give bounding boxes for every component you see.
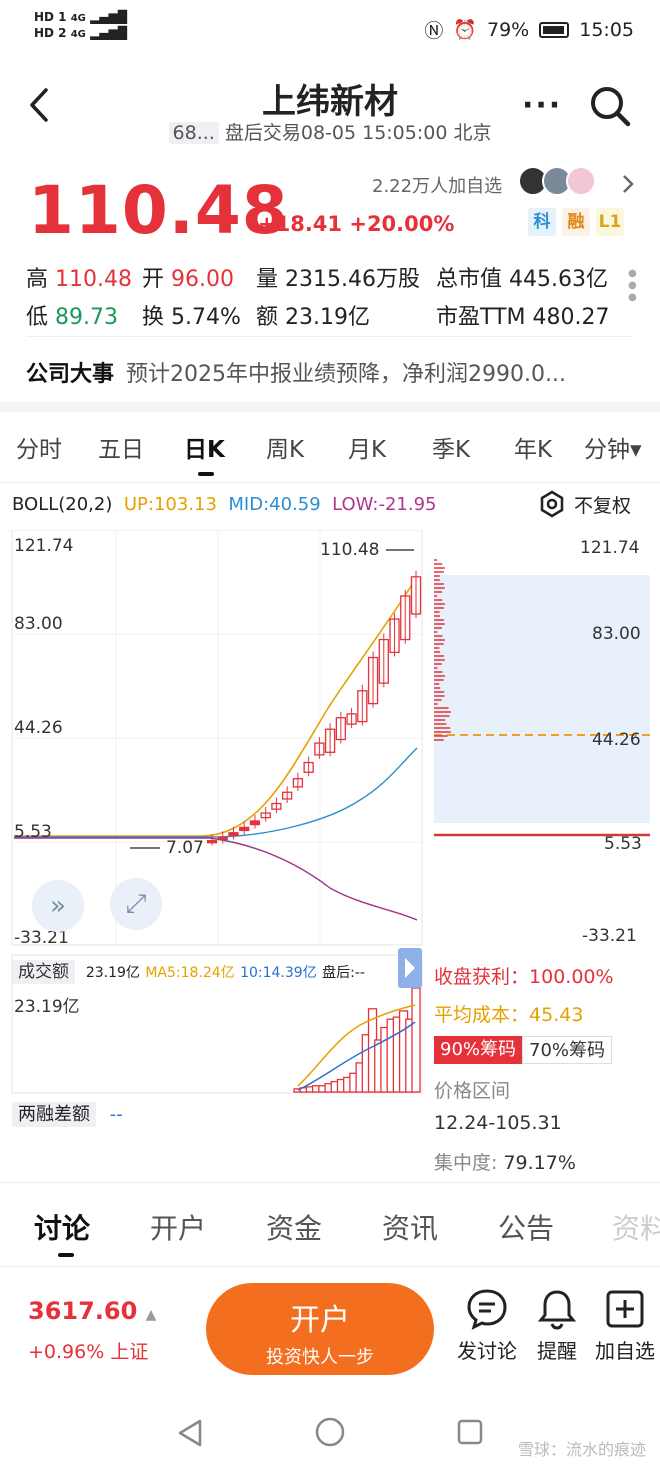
- axis-right-label: 44.26: [592, 730, 641, 750]
- tab-minute[interactable]: 分钟▾: [584, 430, 642, 464]
- tab-open-account[interactable]: 开户: [150, 1207, 206, 1247]
- axis-left-label: 83.00: [14, 614, 63, 634]
- battery-icon: [539, 21, 570, 38]
- chip-toggle: 90%筹码 70%筹码: [434, 1036, 613, 1064]
- volume-bar: [411, 987, 421, 1093]
- volume-axis-label: 23.19亿: [14, 997, 80, 1017]
- axis-right-label: 83.00: [592, 624, 641, 644]
- stock-tags: 科 融 L1: [528, 208, 624, 236]
- tab-announcements[interactable]: 公告: [498, 1207, 554, 1247]
- tab-weekly-k[interactable]: 周K: [266, 430, 304, 464]
- tab-profile[interactable]: 资料: [612, 1207, 660, 1247]
- battery-percent: 79%: [487, 18, 530, 41]
- cost-distribution-area: [434, 575, 650, 823]
- search-icon[interactable]: [588, 84, 632, 128]
- divider: [26, 336, 632, 337]
- nav-home-icon[interactable]: [314, 1416, 346, 1448]
- boll-up-line: [14, 579, 416, 837]
- add-watchlist-button[interactable]: 加自选: [590, 1287, 660, 1364]
- tag-star-market: 科: [528, 208, 556, 236]
- tag-level1: L1: [596, 208, 624, 236]
- tab-intraday[interactable]: 分时: [16, 430, 62, 464]
- concentration: 集中度: 79.17%: [434, 1152, 576, 1174]
- axis-left-label: 44.26: [14, 718, 63, 738]
- settings-icon: [540, 490, 564, 518]
- tab-news[interactable]: 资讯: [382, 1207, 438, 1247]
- axis-right-label: 5.53: [604, 834, 642, 854]
- boll-indicator[interactable]: BOLL(20,2) UP:103.13 MID:40.59 LOW:-21.9…: [12, 494, 437, 515]
- content-tabs: 讨论 开户 资金 资讯 公告 资料: [0, 1182, 660, 1262]
- axis-left-label: 5.53: [14, 822, 52, 842]
- volume-legend: 成交额 23.19亿 MA5:18.24亿 10:14.39亿 盘后:--: [12, 957, 365, 984]
- expand-history-icon[interactable]: »: [32, 880, 84, 932]
- sim-indicator: HD 1 4G ▂▄▆█ HD 2 4G ▂▄▆█: [34, 10, 127, 40]
- nav-back-icon[interactable]: [176, 1418, 204, 1448]
- tab-daily-k[interactable]: 日K: [184, 430, 225, 464]
- bell-icon: [537, 1290, 577, 1330]
- alarm-icon: ⏰: [453, 19, 477, 41]
- chip70-button[interactable]: 70%筹码: [522, 1036, 613, 1064]
- close-profit: 收盘获利：100.00%: [434, 966, 614, 988]
- avatar: [566, 166, 596, 196]
- margin-diff: 两融差额 --: [12, 1100, 123, 1127]
- divider: [0, 482, 660, 483]
- chip90-button[interactable]: 90%筹码: [434, 1036, 523, 1064]
- watermark: 雪球：流水的痕迹: [517, 1440, 646, 1459]
- tab-yearly-k[interactable]: 年K: [514, 430, 552, 464]
- tab-five-day[interactable]: 五日: [98, 430, 144, 464]
- clock: 15:05: [579, 18, 634, 41]
- axis-right-label: -33.21: [582, 926, 637, 946]
- more-stats-icon[interactable]: ● ● ●: [628, 268, 637, 304]
- open-account-button[interactable]: 开户 投资快人一步: [206, 1283, 434, 1375]
- watcher-avatars[interactable]: [518, 166, 596, 196]
- boll-mid-line: [14, 747, 418, 838]
- price-change: +18.41 +20.00%: [258, 212, 455, 236]
- more-icon[interactable]: ···: [522, 88, 562, 123]
- index-value[interactable]: 3617.60 ▲: [28, 1297, 156, 1325]
- tab-underline: [198, 472, 214, 476]
- low-marker-label: 7.07: [166, 838, 204, 858]
- tab-underline: [58, 1253, 74, 1257]
- chevron-right-icon[interactable]: [620, 172, 636, 196]
- nfc-icon: Ⓝ: [424, 20, 444, 42]
- divider: [0, 402, 660, 412]
- volume-bars: [293, 987, 421, 1093]
- adjust-setting[interactable]: 不复权: [538, 490, 631, 518]
- bottom-dock: 3617.60 ▲ +0.96% 上证 开户 投资快人一步 发讨论 提醒 加自选: [0, 1266, 660, 1386]
- stats-grid: 高 110.48 开 96.00 量 2315.46万股 总市值 445.63亿…: [26, 267, 610, 330]
- tag-margin: 融: [562, 208, 590, 236]
- price-range: 12.24-105.31: [434, 1112, 562, 1134]
- watchers-count[interactable]: 2.22万人加自选: [372, 172, 502, 198]
- axis-left-label: 121.74: [14, 536, 74, 556]
- axis-right-label: 121.74: [580, 538, 640, 558]
- alert-button[interactable]: 提醒: [522, 1287, 592, 1364]
- candles: [206, 570, 422, 846]
- fullscreen-icon[interactable]: ⤢: [110, 878, 162, 930]
- index-change: +0.96% 上证: [28, 1341, 149, 1363]
- post-discussion-button[interactable]: 发讨论: [452, 1287, 522, 1364]
- current-price: 110.48: [28, 172, 289, 249]
- nav-recents-icon[interactable]: [456, 1418, 484, 1446]
- price-range-label: 价格区间: [434, 1080, 511, 1102]
- plus-square-icon: [606, 1290, 644, 1328]
- period-tabs: 分时 五日 日K 周K 月K 季K 年K 分钟▾: [0, 430, 660, 476]
- tab-monthly-k[interactable]: 月K: [348, 430, 386, 464]
- stock-code: 68...: [168, 122, 219, 144]
- tab-funds[interactable]: 资金: [266, 1207, 322, 1247]
- company-event[interactable]: 公司大事 预计2025年中报业绩预降，净利润2990.0...: [26, 356, 566, 388]
- tab-quarterly-k[interactable]: 季K: [432, 430, 470, 464]
- tab-discussion[interactable]: 讨论: [34, 1207, 90, 1247]
- chat-icon: [467, 1289, 507, 1330]
- high-marker-label: 110.48: [320, 540, 380, 560]
- status-bar: HD 1 4G ▂▄▆█ HD 2 4G ▂▄▆█ Ⓝ ⏰ 79% 15:05: [0, 0, 660, 58]
- avg-cost: 平均成本：45.43: [434, 1004, 584, 1026]
